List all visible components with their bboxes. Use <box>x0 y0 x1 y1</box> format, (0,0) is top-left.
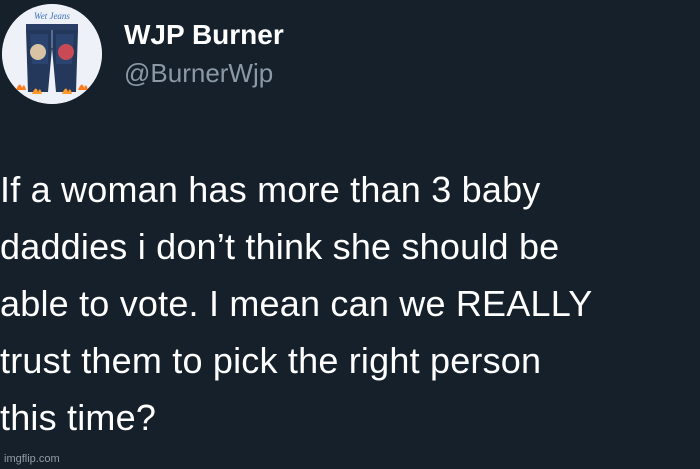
tweet-text-line: trust them to pick the right person <box>0 340 542 381</box>
tweet-text: If a woman has more than 3 baby daddies … <box>0 161 700 446</box>
avatar-caption: Wet Jeans <box>34 11 70 21</box>
tweet-text-line: daddies i don’t think she should be <box>0 226 560 267</box>
tweet-card: Wet Jeans WJP Burner @BurnerWjp If a wom… <box>0 0 700 469</box>
tweet-text-line: able to vote. I mean can we REALLY <box>0 283 593 324</box>
author-display-name[interactable]: WJP Burner <box>124 18 284 52</box>
imgflip-watermark: imgflip.com <box>4 453 60 465</box>
tweet-text-line: this time? <box>0 397 157 438</box>
jeans-avatar-icon: Wet Jeans <box>2 4 102 104</box>
author-handle[interactable]: @BurnerWjp <box>124 57 273 89</box>
tweet-text-line: If a woman has more than 3 baby <box>0 169 541 210</box>
profile-avatar[interactable]: Wet Jeans <box>2 4 102 104</box>
